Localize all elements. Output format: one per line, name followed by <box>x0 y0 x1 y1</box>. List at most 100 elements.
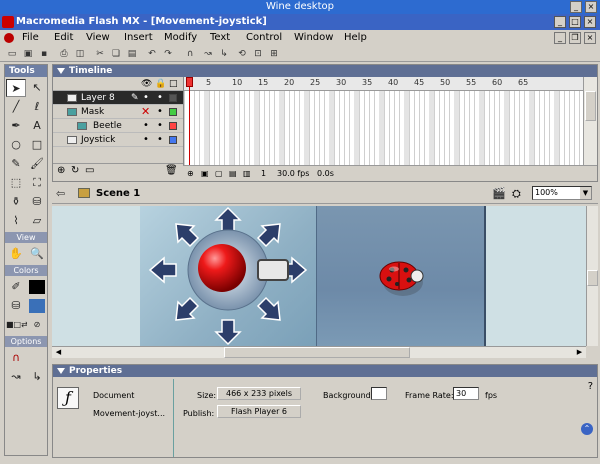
brush-tool-icon[interactable]: 🖌 <box>27 155 47 173</box>
menu-edit[interactable]: Edit <box>54 30 73 46</box>
paste-icon[interactable]: ▤ <box>126 48 138 60</box>
scroll-right-icon[interactable]: ▶ <box>574 347 585 358</box>
stroke-color-icon[interactable]: ✐ <box>6 278 26 296</box>
rotate-icon[interactable]: ⟲ <box>236 48 248 60</box>
snap-option-icon[interactable]: ∩ <box>6 349 26 367</box>
layer-row[interactable]: Mask ✕ • <box>53 105 183 119</box>
layer-row[interactable]: Joystick • • <box>53 133 183 147</box>
menu-file[interactable]: File <box>22 30 39 46</box>
edit-multiple-icon[interactable]: ▤ <box>229 169 237 178</box>
frames-area[interactable]: 1 5 10 15 20 25 30 35 40 45 50 55 60 65 <box>183 77 583 165</box>
fill-transform-tool-icon[interactable]: ⛶ <box>27 174 47 192</box>
collapse-triangle-icon[interactable] <box>57 68 65 74</box>
ink-bottle-tool-icon[interactable]: ⚱ <box>6 193 26 211</box>
zoom-select[interactable]: 100% ▼ <box>532 186 592 200</box>
default-colors-icon[interactable]: ■□⇄ <box>6 316 28 334</box>
menu-insert[interactable]: Insert <box>124 30 153 46</box>
frame-rate-input[interactable]: 30 <box>453 387 479 400</box>
app-maximize-button[interactable]: □ <box>569 16 581 28</box>
stage-vertical-scrollbar[interactable] <box>586 206 598 346</box>
add-layer-icon[interactable]: ⊕ <box>57 165 65 176</box>
document-size-button[interactable]: 466 x 233 pixels <box>217 387 301 400</box>
straighten-option-icon[interactable]: ↳ <box>27 368 47 386</box>
doc-restore-button[interactable]: ❐ <box>569 32 581 44</box>
frame-grid[interactable] <box>184 91 583 165</box>
zoom-tool-icon[interactable]: 🔍 <box>27 245 47 263</box>
add-guide-icon[interactable]: ↻ <box>71 165 79 176</box>
new-file-icon[interactable]: ▭ <box>6 48 18 60</box>
hand-tool-icon[interactable]: ✋ <box>6 245 26 263</box>
visible-dot-icon[interactable]: • <box>143 133 149 147</box>
onion-skin-icon[interactable]: ▣ <box>201 169 209 178</box>
straighten-icon[interactable]: ↳ <box>218 48 230 60</box>
open-file-icon[interactable]: ▣ <box>22 48 34 60</box>
doc-close-button[interactable]: × <box>584 32 596 44</box>
lock-dot-icon[interactable]: • <box>157 133 163 147</box>
paint-bucket-tool-icon[interactable]: ⛁ <box>27 193 47 211</box>
pen-tool-icon[interactable]: ✒ <box>6 117 26 135</box>
eyedropper-tool-icon[interactable]: ⌇ <box>6 212 26 230</box>
print-preview-icon[interactable]: ◫ <box>74 48 86 60</box>
center-frame-icon[interactable]: ⊕ <box>187 169 194 178</box>
menu-modify[interactable]: Modify <box>164 30 197 46</box>
menu-text[interactable]: Text <box>210 30 230 46</box>
layer-color-swatch[interactable] <box>169 122 177 130</box>
scroll-left-icon[interactable]: ◀ <box>53 347 64 358</box>
pencil-tool-icon[interactable]: ✎ <box>6 155 26 173</box>
lock-dot-icon[interactable]: • <box>157 91 163 105</box>
menu-help[interactable]: Help <box>344 30 367 46</box>
visible-dot-icon[interactable]: • <box>143 91 149 105</box>
oval-tool-icon[interactable]: ○ <box>6 136 26 154</box>
layer-color-swatch[interactable] <box>169 136 177 144</box>
snap-magnet-icon[interactable]: ∩ <box>184 48 196 60</box>
app-close-button[interactable]: × <box>584 16 596 28</box>
smooth-icon[interactable]: ↝ <box>202 48 214 60</box>
edit-scene-icon[interactable]: 🎬 <box>492 187 506 200</box>
menu-window[interactable]: Window <box>294 30 333 46</box>
align-icon[interactable]: ⊞ <box>268 48 280 60</box>
frame-ruler[interactable]: 1 5 10 15 20 25 30 35 40 45 50 55 60 65 <box>184 77 583 91</box>
line-tool-icon[interactable]: ╱ <box>6 98 26 116</box>
onion-outline-icon[interactable]: ▢ <box>215 169 223 178</box>
timeline-header[interactable]: Timeline <box>53 65 597 77</box>
text-tool-icon[interactable]: A <box>27 117 47 135</box>
copy-icon[interactable]: ❏ <box>110 48 122 60</box>
collapse-triangle-icon[interactable] <box>57 368 65 374</box>
redo-icon[interactable]: ↷ <box>162 48 174 60</box>
visible-dot-icon[interactable]: • <box>143 119 149 133</box>
undo-icon[interactable]: ↶ <box>146 48 158 60</box>
back-arrow-icon[interactable]: ⇦ <box>56 187 65 200</box>
layer-color-swatch[interactable] <box>169 94 177 102</box>
scale-icon[interactable]: ⊡ <box>252 48 264 60</box>
eye-icon[interactable]: 👁 <box>141 79 152 89</box>
stroke-color-swatch[interactable] <box>27 278 47 296</box>
lasso-tool-icon[interactable]: ℓ <box>27 98 47 116</box>
outline-icon[interactable]: □ <box>169 79 178 89</box>
wine-close-button[interactable]: × <box>585 1 597 13</box>
cut-icon[interactable]: ✂ <box>94 48 106 60</box>
arrow-tool-icon[interactable]: ➤ <box>6 79 26 97</box>
save-icon[interactable]: ▪ <box>38 48 50 60</box>
app-minimize-button[interactable]: _ <box>554 16 566 28</box>
lock-icon[interactable]: 🔒 <box>155 79 166 89</box>
document-menu-icon[interactable] <box>4 33 14 43</box>
print-icon[interactable]: ⎙ <box>58 48 70 60</box>
rectangle-tool-icon[interactable]: □ <box>27 136 47 154</box>
playhead[interactable] <box>189 77 190 165</box>
eraser-tool-icon[interactable]: ▱ <box>27 212 47 230</box>
properties-header[interactable]: Properties <box>53 365 597 377</box>
scene-label[interactable]: Scene 1 <box>96 188 140 199</box>
layer-row[interactable]: Layer 8 ✎ • • <box>53 91 183 105</box>
playhead-handle[interactable] <box>186 77 193 87</box>
layer-color-swatch[interactable] <box>169 108 177 116</box>
timeline-vertical-scrollbar[interactable] <box>583 77 597 165</box>
onion-markers-icon[interactable]: ▥ <box>243 169 251 178</box>
no-color-icon[interactable]: ⊘ <box>27 316 47 334</box>
expand-panel-icon[interactable]: ⌃ <box>581 423 593 435</box>
doc-minimize-button[interactable]: _ <box>554 32 566 44</box>
free-transform-tool-icon[interactable]: ⬚ <box>6 174 26 192</box>
chevron-down-icon[interactable]: ▼ <box>580 187 591 199</box>
menu-view[interactable]: View <box>86 30 110 46</box>
wine-minimize-button[interactable]: _ <box>570 1 582 13</box>
menu-control[interactable]: Control <box>246 30 282 46</box>
